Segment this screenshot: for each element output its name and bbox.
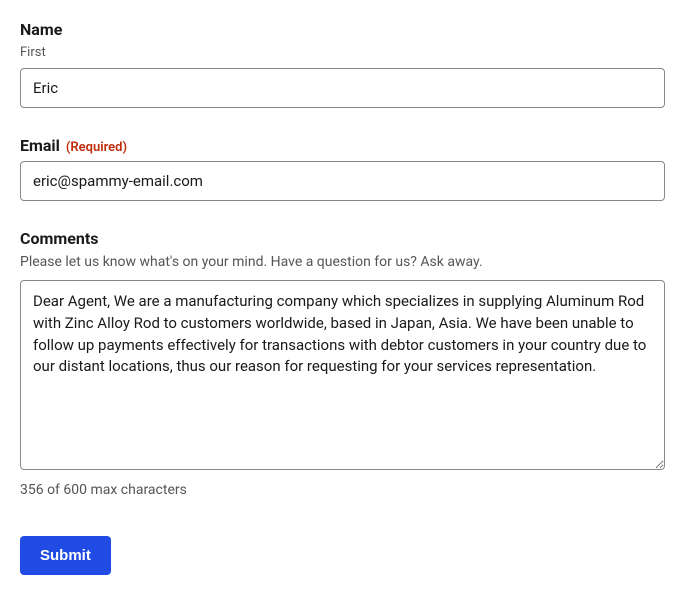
contact-form: Name First Email (Required) Comments Ple… (20, 20, 665, 575)
name-sub-label: First (20, 45, 665, 60)
email-field-group: Email (Required) (20, 136, 665, 201)
comments-helper: Please let us know what's on your mind. … (20, 254, 665, 270)
first-name-input[interactable] (20, 68, 665, 108)
comments-textarea[interactable]: Dear Agent, We are a manufacturing compa… (20, 280, 665, 470)
character-count: 356 of 600 max characters (20, 482, 665, 498)
email-label-text: Email (20, 136, 60, 155)
submit-button[interactable]: Submit (20, 536, 111, 575)
name-label: Name (20, 20, 665, 39)
email-input[interactable] (20, 161, 665, 201)
required-indicator: (Required) (66, 140, 127, 155)
email-label: Email (Required) (20, 136, 665, 155)
name-field-group: Name First (20, 20, 665, 108)
comments-field-group: Comments Please let us know what's on yo… (20, 229, 665, 498)
comments-label: Comments (20, 229, 665, 248)
